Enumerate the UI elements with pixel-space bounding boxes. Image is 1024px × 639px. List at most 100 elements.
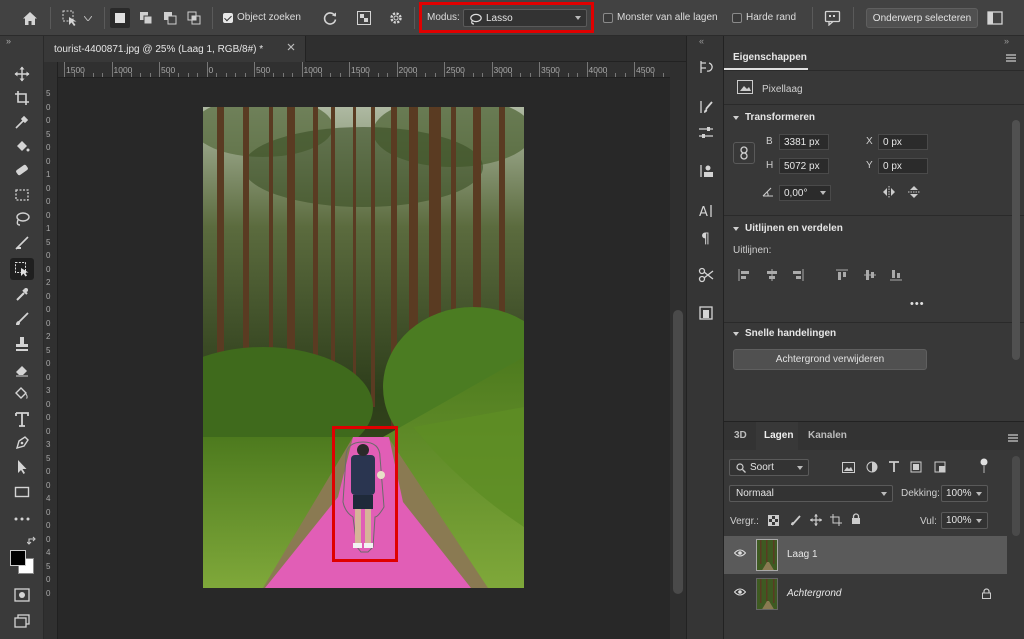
screen-mode-icon[interactable] — [10, 610, 34, 632]
width-field[interactable]: 3381 px — [779, 134, 829, 150]
move-tool-icon[interactable] — [10, 63, 34, 85]
flip-vertical-icon[interactable] — [908, 185, 920, 199]
lock-pixels-icon[interactable] — [790, 514, 802, 526]
panel-layout-icon[interactable] — [985, 8, 1005, 28]
panel-menu-icon[interactable] — [1006, 54, 1016, 62]
layer-comps-icon[interactable] — [695, 302, 717, 324]
stamp-tool-icon[interactable] — [10, 333, 34, 355]
hard-edge-checkbox[interactable] — [732, 13, 742, 23]
clone-source-icon[interactable] — [695, 160, 717, 182]
swap-colors-icon[interactable] — [27, 536, 37, 546]
history-icon[interactable] — [695, 56, 717, 78]
show-all-objects-icon[interactable] — [354, 8, 374, 28]
y-field[interactable]: 0 px — [878, 158, 928, 174]
document-tab[interactable]: tourist-4400871.jpg @ 25% (Laag 1, RGB/8… — [44, 36, 306, 62]
tab-layers[interactable]: Lagen — [764, 430, 793, 441]
brush-settings-icon[interactable] — [695, 96, 717, 118]
quick-actions-section-header[interactable]: Snelle handelingen — [733, 328, 836, 339]
lasso-tool-icon[interactable] — [10, 208, 34, 230]
scrollbar-thumb[interactable] — [673, 310, 683, 594]
align-top-edges-icon[interactable] — [836, 269, 848, 281]
tool-presets-icon[interactable] — [695, 264, 717, 286]
object-search-checkbox[interactable] — [223, 13, 233, 23]
lock-artboard-icon[interactable] — [830, 514, 842, 526]
gear-icon[interactable] — [386, 8, 406, 28]
adjustments-sliders-icon[interactable] — [695, 122, 717, 144]
collapse-double-chevron-icon[interactable]: » — [1004, 36, 1009, 46]
character-panel-icon[interactable]: A — [695, 200, 717, 222]
filter-adjustment-icon[interactable] — [866, 461, 878, 473]
angle-field[interactable]: 0,00° — [779, 185, 831, 201]
fill-tool-icon[interactable] — [10, 135, 34, 157]
more-options-button[interactable]: ••• — [910, 298, 925, 310]
align-section-header[interactable]: Uitlijnen en verdelen — [733, 223, 843, 234]
color-sampler-tool-icon[interactable] — [10, 284, 34, 306]
more-tools-icon[interactable] — [10, 508, 34, 530]
align-vertical-centers-icon[interactable] — [864, 269, 876, 281]
filter-pixel-icon[interactable] — [842, 462, 855, 473]
intersect-selection-icon[interactable] — [184, 8, 204, 28]
layers-scrollbar[interactable] — [1012, 456, 1020, 536]
pen-brush-tool-icon[interactable] — [10, 232, 34, 254]
align-bottom-edges-icon[interactable] — [890, 269, 902, 281]
remove-background-button[interactable]: Achtergrond verwijderen — [733, 349, 927, 370]
x-field[interactable]: 0 px — [878, 134, 928, 150]
eraser-tool-icon[interactable] — [10, 358, 34, 380]
align-left-edges-icon[interactable] — [738, 269, 750, 281]
crop-tool-icon[interactable] — [10, 87, 34, 109]
rectangle-tool-icon[interactable] — [10, 481, 34, 503]
close-icon[interactable] — [287, 43, 295, 51]
eyedropper-tool-icon[interactable] — [10, 111, 34, 133]
layer-name[interactable]: Achtergrond — [787, 588, 841, 599]
sample-all-layers-checkbox[interactable] — [603, 13, 613, 23]
lock-transparent-icon[interactable] — [768, 515, 779, 526]
lock-all-icon[interactable] — [851, 513, 861, 525]
collapse-double-chevron-icon[interactable]: « — [699, 36, 704, 46]
lock-position-icon[interactable] — [810, 514, 822, 526]
home-icon[interactable] — [20, 8, 40, 28]
height-field[interactable]: 5072 px — [779, 158, 829, 174]
speech-bubble-icon[interactable] — [823, 8, 843, 28]
opacity-field[interactable]: 100% — [941, 485, 988, 502]
eye-icon[interactable] — [734, 588, 746, 596]
add-to-selection-icon[interactable] — [136, 8, 156, 28]
refresh-icon[interactable] — [320, 8, 340, 28]
align-horizontal-centers-icon[interactable] — [766, 269, 778, 281]
layer-filter-dropdown[interactable]: Soort — [729, 459, 809, 476]
canvas-area[interactable] — [58, 78, 670, 639]
fill-field[interactable]: 100% — [941, 512, 988, 529]
brush-tool-icon[interactable] — [10, 308, 34, 330]
collapse-double-chevron-icon[interactable]: » — [6, 36, 11, 46]
layer-row-achtergrond[interactable]: Achtergrond — [724, 575, 1007, 613]
blend-mode-dropdown[interactable]: Normaal — [729, 485, 893, 502]
chevron-down-icon[interactable] — [82, 8, 94, 28]
filter-type-icon[interactable] — [888, 461, 900, 473]
tab-channels[interactable]: Kanalen — [808, 430, 847, 441]
type-tool-icon[interactable] — [10, 408, 34, 430]
quick-mask-icon[interactable] — [10, 584, 34, 606]
marquee-tool-icon[interactable] — [10, 184, 34, 206]
tab-3d[interactable]: 3D — [734, 430, 747, 441]
layer-row-laag-1[interactable]: Laag 1 — [724, 536, 1007, 574]
paint-bucket-tool-icon[interactable] — [10, 382, 34, 404]
path-selection-tool-icon[interactable] — [10, 456, 34, 478]
object-selection-tool-preset-icon[interactable] — [60, 8, 80, 28]
properties-scrollbar[interactable] — [1012, 120, 1020, 360]
align-right-edges-icon[interactable] — [792, 269, 804, 281]
panel-menu-icon[interactable] — [1008, 434, 1018, 442]
new-selection-icon[interactable] — [110, 8, 130, 28]
object-selection-tool-icon[interactable] — [10, 258, 34, 280]
subtract-from-selection-icon[interactable] — [160, 8, 180, 28]
eye-icon[interactable] — [734, 549, 746, 557]
select-subject-button[interactable]: Onderwerp selecteren — [866, 8, 978, 28]
patch-tool-icon[interactable] — [10, 159, 34, 181]
filter-toggle[interactable] — [980, 458, 988, 474]
flip-horizontal-icon[interactable] — [882, 186, 896, 198]
transform-section-header[interactable]: Transformeren — [733, 112, 815, 123]
layer-name[interactable]: Laag 1 — [787, 549, 818, 560]
link-dimensions-button[interactable] — [733, 142, 755, 164]
filter-shape-icon[interactable] — [910, 461, 922, 473]
vertical-scrollbar[interactable] — [670, 62, 686, 639]
pen-tool-icon[interactable] — [10, 432, 34, 454]
paragraph-panel-icon[interactable]: ¶ — [695, 226, 717, 248]
